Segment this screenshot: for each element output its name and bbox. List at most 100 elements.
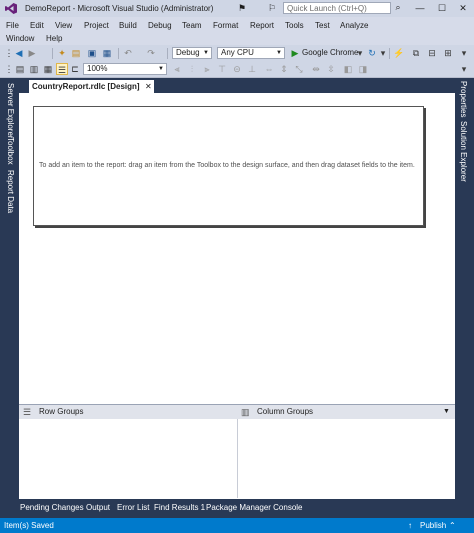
chevron-up-icon[interactable]: ⌃	[449, 521, 456, 530]
search-icon[interactable]: ⌕	[392, 2, 404, 14]
refresh-dropdown-icon[interactable]: ▾	[377, 47, 389, 59]
notifications-icon[interactable]: ⚐	[268, 3, 276, 14]
pending-changes-tab[interactable]: Pending Changes	[20, 503, 84, 512]
toolbar-separator	[389, 48, 390, 59]
menu-format[interactable]: Format	[213, 21, 238, 30]
make-same-size-icon[interactable]: ⤡	[293, 63, 305, 75]
solution-platform-dropdown[interactable]: Any CPU ▼	[217, 47, 285, 59]
publish-icon[interactable]: ↑	[408, 521, 412, 530]
status-text: Item(s) Saved	[4, 521, 54, 530]
page-header-icon[interactable]: ▥	[28, 63, 40, 75]
properties-tab[interactable]: Properties	[459, 81, 468, 117]
toolbar-button-icon[interactable]: ⧉	[410, 47, 422, 59]
page-footer-icon[interactable]: ▦	[42, 63, 54, 75]
start-dropdown-icon[interactable]: ▾	[354, 47, 366, 59]
align-tops-icon[interactable]: ⊤	[216, 63, 228, 75]
save-icon[interactable]: ▣	[86, 47, 98, 59]
report-hint-text: To add an item to the report: drag an it…	[39, 162, 415, 169]
row-groups-header: ☰ Row Groups	[19, 405, 237, 419]
chevron-down-icon: ▼	[276, 50, 282, 56]
grouping-icon[interactable]: ☰	[56, 63, 68, 75]
solution-configuration-dropdown[interactable]: Debug ▼	[172, 47, 212, 59]
report-properties-icon[interactable]: ▤	[14, 63, 26, 75]
vertical-spacing-icon[interactable]: ⇳	[325, 63, 337, 75]
menu-team[interactable]: Team	[182, 21, 202, 30]
close-tab-icon[interactable]: ✕	[145, 80, 154, 93]
toolbar-options-icon[interactable]: ▾	[458, 63, 470, 75]
menu-bar: File Edit View Project Build Debug Team …	[0, 17, 474, 45]
report-toolbar: ⋮ ▤ ▥ ▦ ☰ ⊏ 100% ▼ ⫷ ⫶ ⫸ ⊤ ⊝ ⊥ ⇔ ⇕ ⤡ ⇹ ⇳ …	[0, 61, 474, 78]
toolbox-tab[interactable]: Toolbox	[6, 137, 15, 165]
align-middles-icon[interactable]: ⊝	[231, 63, 243, 75]
menu-project[interactable]: Project	[84, 21, 109, 30]
toolbar-button-icon[interactable]: ⊟	[426, 47, 438, 59]
status-bar: Item(s) Saved ↑ Publish ⌃	[0, 518, 474, 533]
chevron-down-icon[interactable]: ▼	[443, 405, 450, 419]
column-groups-label: Column Groups	[257, 407, 314, 416]
grouping-divider	[237, 419, 238, 498]
menu-tools[interactable]: Tools	[285, 21, 304, 30]
solution-explorer-tab[interactable]: Solution Explorer	[459, 121, 468, 182]
menu-build[interactable]: Build	[119, 21, 137, 30]
menu-edit[interactable]: Edit	[30, 21, 44, 30]
open-file-icon[interactable]: ▤	[70, 47, 82, 59]
feedback-flag-icon[interactable]: ⚑	[238, 3, 246, 14]
column-groups-header: ▥ Column Groups ▼	[237, 405, 455, 419]
zoom-value: 100%	[87, 64, 108, 73]
undo-icon[interactable]: ↶	[122, 47, 134, 59]
align-rights-icon[interactable]: ⫸	[201, 63, 213, 75]
toolbar-separator	[118, 48, 119, 59]
browser-link-icon[interactable]: ⚡	[393, 47, 405, 59]
quick-launch-input[interactable]: Quick Launch (Ctrl+Q)	[283, 2, 391, 14]
bring-to-front-icon[interactable]: ◧	[342, 63, 354, 75]
server-explorer-tab[interactable]: Server Explorer	[6, 83, 15, 139]
make-same-width-icon[interactable]: ⇔	[263, 63, 275, 75]
package-manager-console-tab[interactable]: Package Manager Console	[206, 503, 303, 512]
output-tab[interactable]: Output	[86, 503, 110, 512]
toolbar-options-icon[interactable]: ▾	[458, 47, 470, 59]
redo-icon[interactable]: ↷	[145, 47, 157, 59]
maximize-button[interactable]: ☐	[432, 1, 452, 15]
standard-toolbar: ⋮ ◀ ▶ ✦ ▤ ▣ ▦ ↶ ↷ Debug ▼ Any CPU ▼ ▶ Goog…	[0, 45, 474, 61]
window-title: DemoReport - Microsoft Visual Studio (Ad…	[25, 4, 214, 13]
document-tab-label: CountryReport.rdlc [Design]	[32, 82, 140, 91]
close-button[interactable]: ✕	[453, 1, 473, 15]
navigate-back-icon[interactable]: ◀	[13, 47, 25, 59]
document-tab-countryreport[interactable]: CountryReport.rdlc [Design]	[29, 80, 154, 93]
start-browser-label[interactable]: Google Chrome	[302, 48, 358, 57]
find-results-tab[interactable]: Find Results 1	[154, 503, 205, 512]
minimize-button[interactable]: —	[410, 1, 430, 15]
horizontal-spacing-icon[interactable]: ⇹	[310, 63, 322, 75]
report-data-tab[interactable]: Report Data	[6, 170, 15, 213]
align-icon[interactable]: ⊏	[69, 63, 81, 75]
new-project-icon[interactable]: ✦	[56, 47, 68, 59]
menu-window[interactable]: Window	[6, 34, 34, 43]
column-groups-icon: ▥	[241, 407, 250, 417]
menu-file[interactable]: File	[6, 21, 19, 30]
visual-studio-logo-icon	[5, 3, 17, 14]
menu-test[interactable]: Test	[315, 21, 330, 30]
chevron-down-icon: ▼	[203, 50, 209, 56]
toolbar-button-icon[interactable]: ⊞	[442, 47, 454, 59]
send-to-back-icon[interactable]: ◨	[357, 63, 369, 75]
menu-debug[interactable]: Debug	[148, 21, 172, 30]
start-debugging-icon[interactable]: ▶	[289, 47, 301, 59]
navigate-forward-icon[interactable]: ▶	[26, 47, 38, 59]
publish-button[interactable]: Publish	[420, 521, 446, 530]
toolbar-separator	[167, 48, 168, 59]
zoom-dropdown[interactable]: 100% ▼	[83, 63, 167, 75]
menu-report[interactable]: Report	[250, 21, 274, 30]
save-all-icon[interactable]: ▦	[101, 47, 113, 59]
align-lefts-icon[interactable]: ⫷	[171, 63, 183, 75]
menu-help[interactable]: Help	[46, 34, 62, 43]
align-centers-icon[interactable]: ⫶	[186, 63, 198, 75]
align-bottoms-icon[interactable]: ⊥	[246, 63, 258, 75]
row-groups-label: Row Groups	[39, 407, 84, 416]
toolbar-separator	[52, 48, 53, 59]
error-list-tab[interactable]: Error List	[117, 503, 149, 512]
make-same-height-icon[interactable]: ⇕	[278, 63, 290, 75]
configuration-value: Debug	[176, 48, 200, 57]
chevron-down-icon: ▼	[158, 66, 164, 72]
menu-analyze[interactable]: Analyze	[340, 21, 368, 30]
menu-view[interactable]: View	[55, 21, 72, 30]
